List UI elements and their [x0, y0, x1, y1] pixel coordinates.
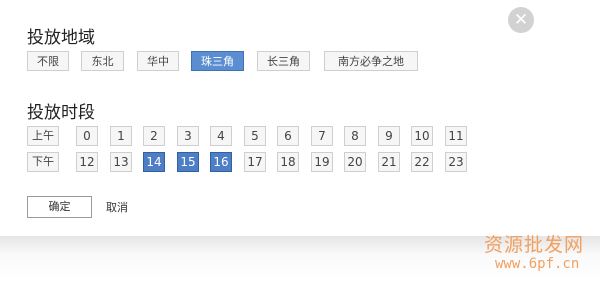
hour-cell-23[interactable]: 23: [445, 152, 467, 172]
hour-cell-12[interactable]: 12: [76, 152, 98, 172]
pm-label: 下午: [27, 152, 59, 172]
hour-cell-5[interactable]: 5: [244, 126, 266, 146]
hour-cell-13[interactable]: 13: [110, 152, 132, 172]
watermark-url: www.6pf.cn: [495, 256, 580, 272]
hour-cell-21[interactable]: 21: [378, 152, 400, 172]
hour-cell-22[interactable]: 22: [411, 152, 433, 172]
confirm-button[interactable]: 确定: [27, 196, 92, 218]
hour-cell-11[interactable]: 11: [445, 126, 467, 146]
region-chip-yangtze-delta[interactable]: 长三角: [257, 51, 310, 71]
hour-cell-14[interactable]: 14: [143, 152, 165, 172]
hour-cell-15[interactable]: 15: [177, 152, 199, 172]
cancel-link[interactable]: 取消: [106, 198, 128, 218]
hour-cell-7[interactable]: 7: [311, 126, 333, 146]
hour-cell-17[interactable]: 17: [244, 152, 266, 172]
hour-cell-19[interactable]: 19: [311, 152, 333, 172]
hour-cell-16[interactable]: 16: [210, 152, 232, 172]
region-chip-south[interactable]: 南方必争之地: [324, 51, 418, 71]
region-chip-unlimited[interactable]: 不限: [27, 51, 69, 71]
watermark-text: 资源批发网: [484, 234, 585, 256]
targeting-panel: ✕ 投放地域 不限 东北 华中 珠三角 长三角 南方必争之地 投放时段 上午 0…: [0, 0, 590, 240]
time-section-title: 投放时段: [27, 103, 95, 123]
region-chip-northeast[interactable]: 东北: [81, 51, 124, 71]
hour-cell-3[interactable]: 3: [177, 126, 199, 146]
region-chip-central[interactable]: 华中: [137, 51, 179, 71]
hour-cell-10[interactable]: 10: [411, 126, 433, 146]
hour-cell-2[interactable]: 2: [143, 126, 165, 146]
hour-cell-9[interactable]: 9: [378, 126, 400, 146]
region-section-title: 投放地域: [27, 28, 95, 48]
hour-cell-20[interactable]: 20: [344, 152, 366, 172]
close-icon: ✕: [513, 10, 529, 30]
close-button[interactable]: ✕: [508, 7, 534, 33]
hour-cell-1[interactable]: 1: [110, 126, 132, 146]
am-label: 上午: [27, 126, 59, 146]
hour-cell-18[interactable]: 18: [277, 152, 299, 172]
hour-cell-6[interactable]: 6: [277, 126, 299, 146]
hour-cell-0[interactable]: 0: [76, 126, 98, 146]
hour-cell-4[interactable]: 4: [210, 126, 232, 146]
region-chip-pearl-delta[interactable]: 珠三角: [191, 51, 244, 71]
hour-cell-8[interactable]: 8: [344, 126, 366, 146]
